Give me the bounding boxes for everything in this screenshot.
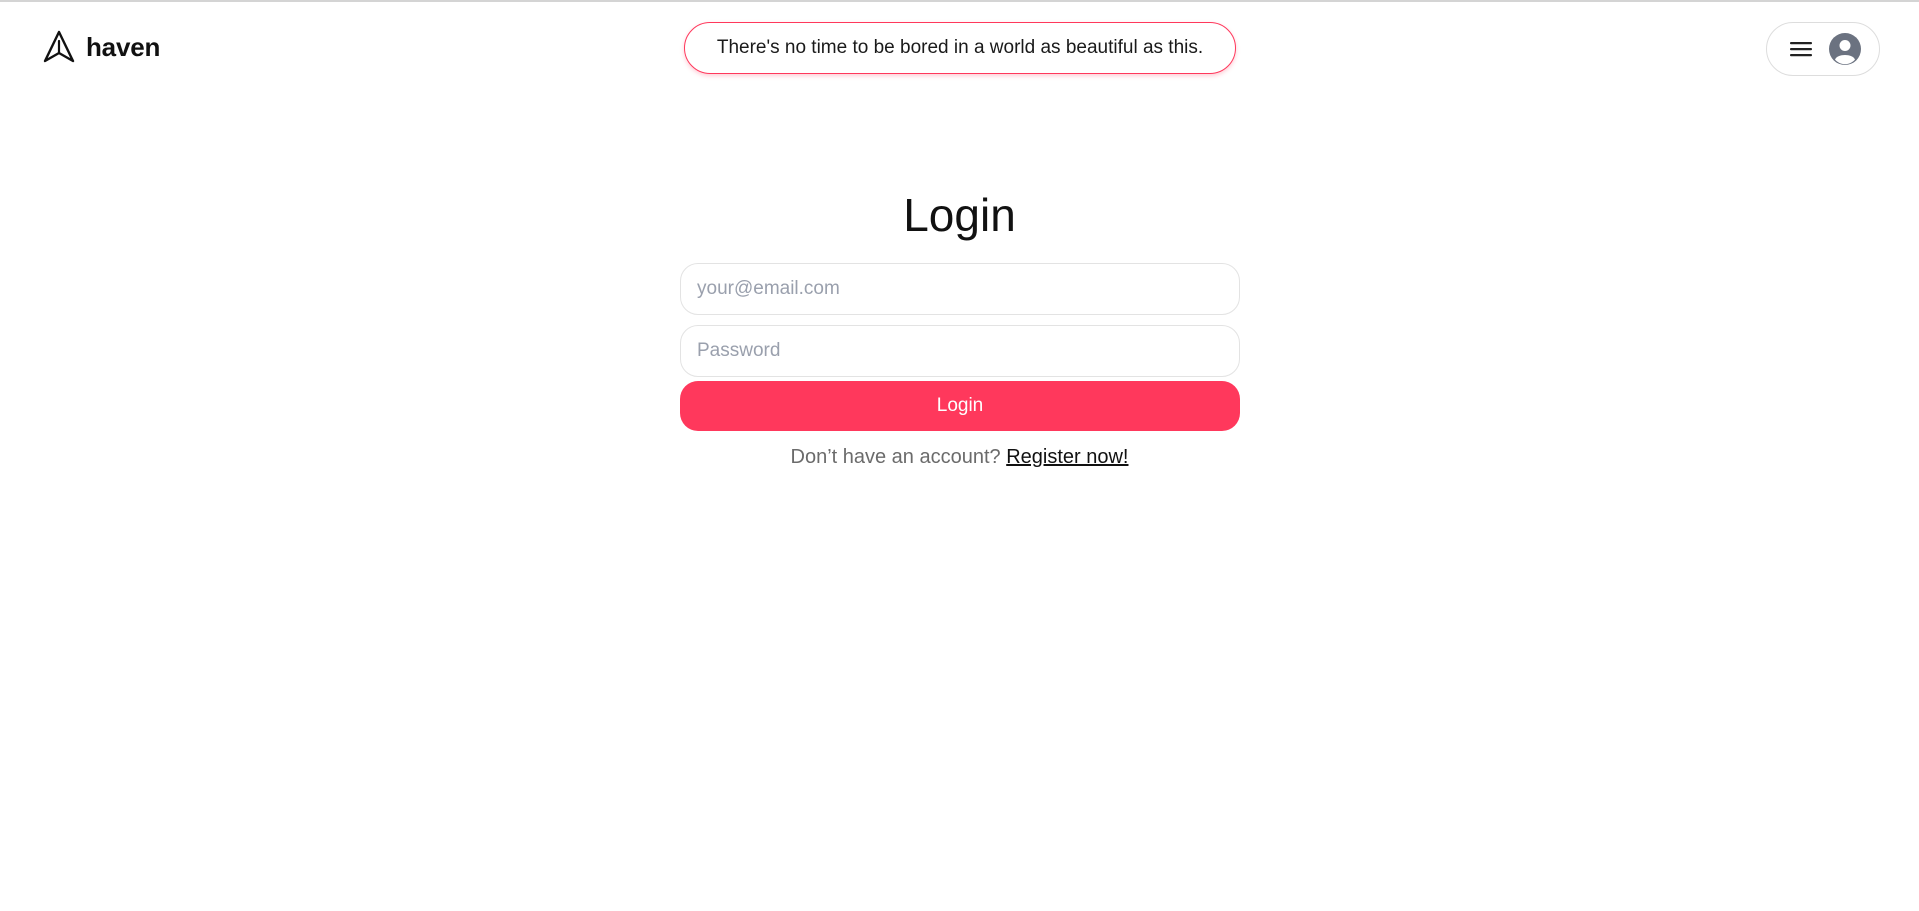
hamburger-menu-icon bbox=[1789, 39, 1813, 59]
brand-name: haven bbox=[86, 31, 161, 62]
quote-banner: There's no time to be bored in a world a… bbox=[684, 22, 1236, 74]
register-prompt-line: Don’t have an account? Register now! bbox=[0, 446, 1919, 469]
password-field[interactable] bbox=[680, 325, 1240, 377]
user-avatar-icon bbox=[1829, 33, 1861, 65]
register-prompt-text: Don’t have an account? bbox=[790, 446, 1007, 468]
paper-plane-icon bbox=[42, 30, 76, 64]
email-field[interactable] bbox=[680, 263, 1240, 315]
site-header: haven There's no time to be bored in a w… bbox=[0, 2, 1919, 96]
page-title: Login bbox=[903, 189, 1016, 241]
login-button[interactable]: Login bbox=[680, 381, 1240, 431]
register-link[interactable]: Register now! bbox=[1006, 446, 1128, 468]
brand-logo[interactable]: haven bbox=[42, 30, 160, 64]
user-menu-button[interactable] bbox=[1766, 22, 1880, 76]
